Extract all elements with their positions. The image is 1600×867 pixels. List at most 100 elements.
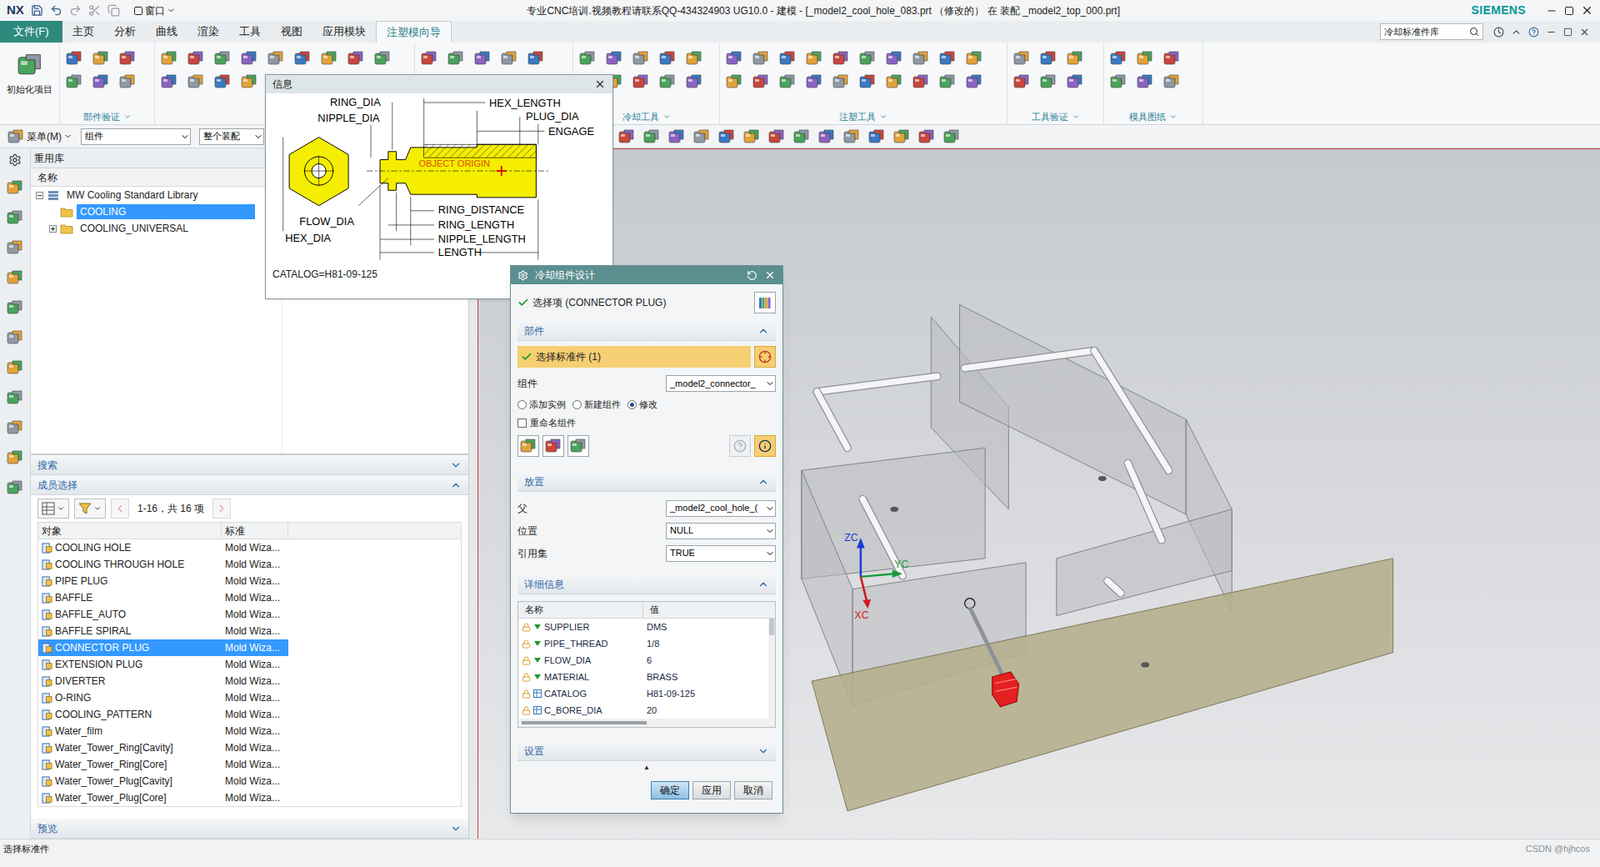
- tool-icon[interactable]: [65, 72, 84, 91]
- member-row[interactable]: Water_Tower_Plug[Cavity]Mold Wiza...: [38, 772, 461, 790]
- tool-icon[interactable]: [160, 49, 179, 68]
- history-icon[interactable]: [1493, 26, 1505, 38]
- tool-icon[interactable]: [91, 49, 110, 68]
- member-row[interactable]: CONNECTOR PLUGMold Wiza...: [38, 639, 461, 656]
- tool-icon[interactable]: [911, 49, 930, 68]
- lock-icon[interactable]: [521, 622, 531, 632]
- tool-icon[interactable]: [1162, 72, 1181, 91]
- tool-icon[interactable]: [685, 72, 704, 91]
- expand-icon[interactable]: [450, 822, 462, 835]
- mode-radio[interactable]: 添加实例: [517, 397, 566, 412]
- placement-dropdown[interactable]: NULL: [665, 522, 776, 540]
- cooling-pipe[interactable]: [816, 391, 848, 448]
- cut-icon[interactable]: [88, 4, 101, 17]
- part-section-header[interactable]: 部件: [517, 320, 776, 341]
- detail-row[interactable]: PIPE_THREAD1/8: [518, 635, 769, 652]
- menu-tab[interactable]: 主页: [62, 20, 105, 43]
- details-section-header[interactable]: 详细信息: [517, 574, 776, 595]
- group-menu-icon[interactable]: [1071, 112, 1080, 121]
- tool-icon[interactable]: [5, 358, 25, 377]
- close-icon[interactable]: [594, 78, 606, 90]
- menu-tab[interactable]: 应用模块: [312, 20, 376, 43]
- group-menu-icon[interactable]: [1169, 112, 1178, 121]
- tool-icon[interactable]: [240, 72, 259, 91]
- tool-icon[interactable]: [5, 478, 25, 497]
- tool-icon[interactable]: [965, 72, 984, 91]
- tool-icon[interactable]: [420, 49, 439, 68]
- mode-radio[interactable]: 修改: [627, 397, 658, 412]
- action-button[interactable]: [517, 435, 540, 457]
- placement-section-header[interactable]: 放置: [517, 471, 776, 492]
- tool-icon[interactable]: [1135, 49, 1155, 68]
- tool-icon[interactable]: [118, 49, 137, 68]
- column-header[interactable]: 名称: [30, 168, 283, 186]
- collapse-toggle-icon[interactable]: [35, 191, 44, 200]
- tool-icon[interactable]: [1135, 72, 1155, 91]
- cooling-pipe[interactable]: [1107, 580, 1121, 594]
- column-header[interactable]: 标准: [221, 522, 289, 539]
- expand-toggle-icon[interactable]: [49, 225, 57, 233]
- tool-icon[interactable]: [526, 49, 545, 68]
- tool-icon[interactable]: [725, 49, 744, 68]
- detail-row[interactable]: FLOW_DIA6: [518, 651, 769, 669]
- tool-icon[interactable]: [965, 49, 984, 68]
- gear-icon[interactable]: [8, 153, 22, 167]
- close-icon[interactable]: [1580, 4, 1594, 17]
- tool-icon[interactable]: [91, 72, 110, 91]
- tool-icon[interactable]: [5, 208, 25, 227]
- group-menu-icon[interactable]: [879, 112, 888, 121]
- menu-tab[interactable]: 工具: [229, 20, 271, 43]
- tool-icon[interactable]: [213, 72, 232, 91]
- detail-row[interactable]: SUPPLIERDMS: [518, 618, 769, 635]
- member-row[interactable]: COOLING_PATTERNMold Wiza...: [38, 705, 461, 723]
- collapse-ribbon-icon[interactable]: [1510, 26, 1522, 38]
- redo-icon[interactable]: [69, 4, 82, 17]
- restore-icon[interactable]: [1564, 5, 1575, 16]
- tool-icon[interactable]: [742, 127, 761, 146]
- tool-icon[interactable]: [65, 49, 84, 68]
- tool-icon[interactable]: [373, 49, 392, 68]
- tool-icon[interactable]: [266, 49, 285, 68]
- tool-icon[interactable]: [617, 127, 636, 146]
- minimize-icon[interactable]: [1545, 5, 1558, 17]
- info-button[interactable]: [754, 435, 776, 457]
- tool-icon[interactable]: [631, 49, 650, 68]
- cooling-pipe[interactable]: [1127, 463, 1161, 540]
- command-search[interactable]: 冷却标准件库: [1380, 23, 1484, 40]
- info-title-bar[interactable]: 信息: [265, 75, 613, 94]
- column-header[interactable]: 名称: [518, 601, 644, 618]
- horizontal-scrollbar[interactable]: [518, 718, 775, 727]
- collapse-icon[interactable]: [757, 325, 770, 337]
- cooling-pipe[interactable]: [816, 375, 937, 391]
- tool-icon[interactable]: [938, 49, 957, 68]
- help-button[interactable]: [729, 435, 751, 457]
- tool-icon[interactable]: [5, 298, 25, 317]
- tool-icon[interactable]: [1109, 49, 1128, 68]
- tool-icon[interactable]: [867, 127, 886, 146]
- tool-icon[interactable]: [717, 127, 736, 146]
- tool-icon[interactable]: [725, 72, 744, 91]
- previous-page-button[interactable]: [110, 498, 130, 519]
- dialog-title-bar[interactable]: 冷却组件设计: [510, 265, 783, 285]
- tool-icon[interactable]: [1065, 49, 1085, 68]
- tool-icon[interactable]: [320, 49, 339, 68]
- library-button[interactable]: [754, 291, 776, 314]
- tool-icon[interactable]: [15, 50, 45, 80]
- tool-icon[interactable]: [858, 72, 877, 91]
- ribbon-group-label[interactable]: 注塑工具: [725, 109, 1002, 125]
- member-row[interactable]: DIVERTERMold Wiza...: [38, 672, 461, 690]
- dialog-button[interactable]: 确定: [650, 780, 690, 800]
- init-project-button[interactable]: 初始化项目: [0, 42, 60, 125]
- cooling-pipe[interactable]: [1094, 350, 1169, 471]
- member-row[interactable]: Water_filmMold Wiza...: [38, 722, 461, 740]
- tool-icon[interactable]: [858, 49, 877, 68]
- tool-icon[interactable]: [817, 127, 836, 146]
- tool-icon[interactable]: [446, 49, 465, 68]
- view-mode-button[interactable]: [37, 498, 70, 519]
- tool-icon[interactable]: [1065, 72, 1085, 91]
- collapse-icon[interactable]: [757, 578, 770, 590]
- tool-icon[interactable]: [631, 72, 650, 91]
- tool-icon[interactable]: [885, 49, 904, 68]
- tool-icon[interactable]: [240, 49, 259, 68]
- point-button[interactable]: [754, 345, 776, 368]
